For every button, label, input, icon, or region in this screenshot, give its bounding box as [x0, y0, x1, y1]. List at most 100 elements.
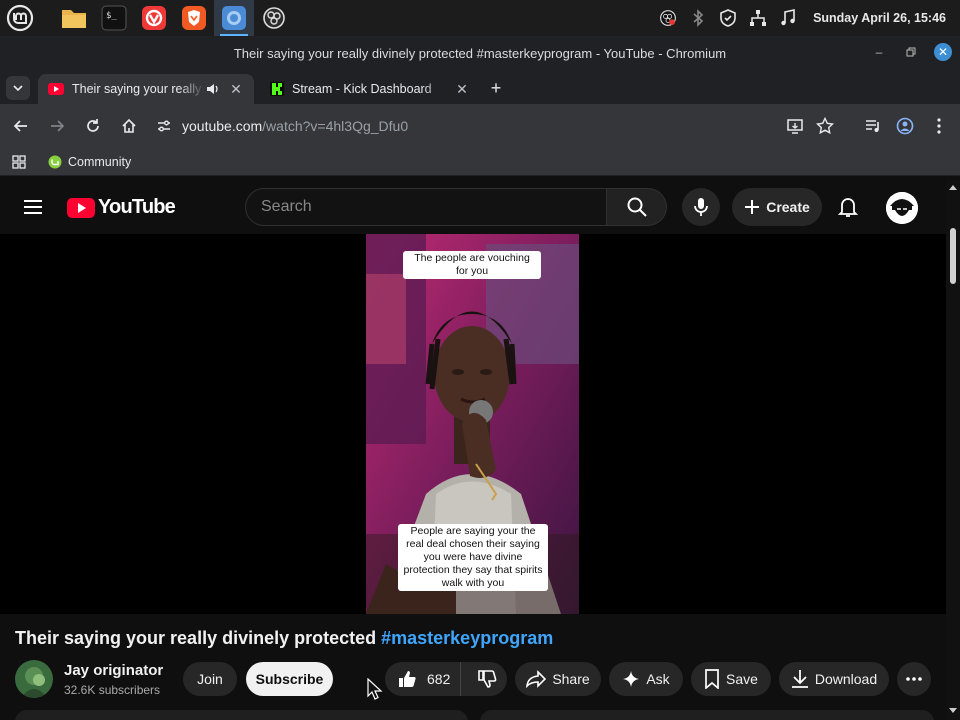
video-player[interactable]: The people are vouching for you People a…: [0, 234, 946, 614]
youtube-wordmark: YouTube: [98, 196, 176, 218]
channel-action-row: Jay originator 32.6K subscribers Join Su…: [15, 658, 935, 702]
create-button[interactable]: Create: [732, 188, 822, 226]
account-avatar[interactable]: [886, 192, 918, 224]
browser-toolbar: youtube.com/watch?v=4hl3Qg_Dfu0: [0, 104, 960, 148]
save-button[interactable]: Save: [691, 662, 771, 696]
site-settings-icon[interactable]: [156, 118, 172, 134]
sidebar-card-edge: [480, 710, 934, 720]
page-scrollbar[interactable]: [946, 180, 960, 720]
tab-search-button[interactable]: [6, 76, 30, 100]
save-label: Save: [726, 671, 758, 687]
media-control-icon[interactable]: [858, 111, 888, 141]
kick-favicon-icon: [270, 82, 284, 96]
notifications-bell-icon[interactable]: [830, 189, 866, 225]
back-button[interactable]: [4, 109, 38, 143]
hamburger-menu-icon[interactable]: [20, 194, 46, 220]
tab-youtube[interactable]: Their saying your really divinely protec…: [38, 74, 254, 104]
like-dislike-group: 682: [385, 662, 507, 696]
subscribe-button[interactable]: Subscribe: [246, 662, 333, 696]
share-label: Share: [552, 671, 590, 687]
channel-avatar[interactable]: [15, 660, 53, 698]
install-app-icon[interactable]: [780, 111, 810, 141]
more-actions-button[interactable]: [897, 662, 931, 696]
thumbs-down-icon: [478, 670, 497, 688]
plus-icon: [745, 200, 760, 214]
tab-strip: Their saying your really divinely protec…: [0, 70, 960, 104]
share-icon: [526, 670, 547, 688]
profile-icon[interactable]: [890, 111, 920, 141]
scroll-up-icon[interactable]: [949, 184, 957, 190]
close-tab-icon[interactable]: ✕: [454, 81, 470, 98]
tab-title: Stream - Kick Dashboard: [292, 82, 432, 96]
music-note-icon[interactable]: [779, 9, 797, 27]
video-title: Their saying your really divinely protec…: [15, 628, 553, 649]
forward-button[interactable]: [40, 109, 74, 143]
bookmark-icon: [705, 669, 719, 689]
reload-button[interactable]: [76, 109, 110, 143]
youtube-header: YouTube Create: [0, 180, 946, 234]
vivaldi-icon[interactable]: [134, 0, 174, 36]
description-card-edge: [15, 710, 468, 720]
video-frame[interactable]: The people are vouching for you People a…: [366, 234, 579, 614]
search-box[interactable]: [245, 188, 607, 226]
video-caption-top: The people are vouching for you: [403, 251, 541, 279]
download-icon: [791, 670, 808, 688]
dislike-button[interactable]: [467, 669, 507, 689]
chromium-icon[interactable]: [214, 0, 254, 36]
window-titlebar: Their saying your really divinely protec…: [0, 36, 960, 70]
ask-button[interactable]: Ask: [609, 662, 683, 696]
obs-tray-icon[interactable]: [659, 9, 677, 27]
home-button[interactable]: [112, 109, 146, 143]
video-title-text: Their saying your really divinely protec…: [15, 628, 382, 648]
url-path: /watch?v=4hl3Qg_Dfu0: [262, 118, 409, 134]
new-tab-button[interactable]: +: [486, 78, 506, 98]
network-icon[interactable]: [749, 9, 767, 27]
channel-name[interactable]: Jay originator: [64, 662, 163, 679]
search-icon: [627, 197, 647, 217]
mint-menu-icon[interactable]: [0, 0, 40, 36]
mint-favicon-icon: [48, 155, 62, 168]
obs-icon[interactable]: [254, 0, 294, 36]
scroll-down-icon[interactable]: [949, 708, 957, 714]
scrollbar-thumb[interactable]: [950, 228, 956, 284]
close-tab-icon[interactable]: ✕: [228, 81, 244, 98]
bookmark-community[interactable]: Community: [48, 155, 131, 169]
tab-kick[interactable]: Stream - Kick Dashboard ✕: [260, 74, 480, 104]
address-bar[interactable]: youtube.com/watch?v=4hl3Qg_Dfu0: [146, 110, 866, 142]
sparkle-icon: [623, 671, 640, 687]
download-button[interactable]: Download: [779, 662, 889, 696]
brave-icon[interactable]: [174, 0, 214, 36]
like-count: 682: [427, 671, 451, 687]
svg-text:$_: $_: [106, 11, 117, 21]
bookmark-star-icon[interactable]: [810, 111, 840, 141]
mouse-cursor-icon: [367, 678, 383, 700]
close-window-button[interactable]: ✕: [934, 43, 952, 61]
search-input[interactable]: [261, 198, 606, 216]
browser-menu-icon[interactable]: [924, 111, 954, 141]
tab-title: Their saying your really divinely protec…: [72, 82, 206, 96]
share-button[interactable]: Share: [515, 662, 601, 696]
files-icon[interactable]: [54, 0, 94, 36]
audio-playing-icon[interactable]: [206, 82, 220, 96]
shield-update-icon[interactable]: [719, 9, 737, 27]
bookmark-label: Community: [68, 154, 132, 169]
join-button[interactable]: Join: [183, 662, 237, 696]
window-title: Their saying your really divinely protec…: [233, 45, 727, 61]
video-caption-bottom: People are saying your the real deal cho…: [398, 524, 548, 591]
maximize-button[interactable]: [902, 43, 920, 61]
apps-grid-icon[interactable]: [12, 154, 26, 169]
minimize-button[interactable]: –: [870, 43, 888, 61]
hashtag-link[interactable]: #masterkeyprogram: [381, 628, 553, 648]
youtube-play-logo-icon: [67, 197, 95, 218]
more-horizontal-icon: [906, 677, 922, 681]
search-button[interactable]: [607, 188, 667, 226]
like-button[interactable]: 682: [385, 662, 462, 696]
terminal-icon[interactable]: $_: [94, 0, 134, 36]
youtube-logo[interactable]: YouTube: [67, 196, 176, 219]
bluetooth-icon[interactable]: [689, 9, 707, 27]
voice-search-button[interactable]: [682, 188, 720, 226]
clock[interactable]: Sunday April 26, 15:46: [813, 11, 946, 25]
system-tray: Sunday April 26, 15:46: [659, 0, 946, 36]
subscribe-label: Subscribe: [255, 671, 324, 687]
thumbs-up-icon: [399, 671, 416, 687]
